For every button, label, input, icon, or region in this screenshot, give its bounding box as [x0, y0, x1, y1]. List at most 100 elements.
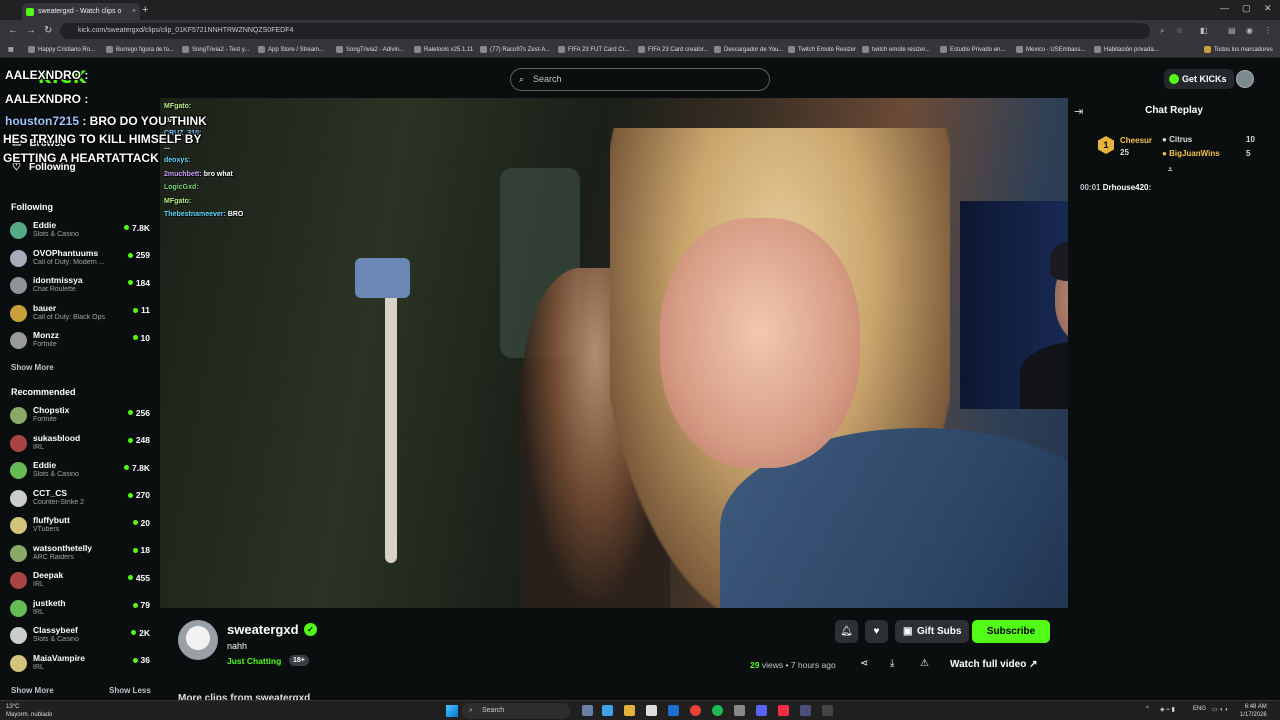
sidebar-channel-following[interactable]: idontmissya Chat Roulette 184 [10, 274, 150, 298]
minimize-icon[interactable]: — [1220, 3, 1229, 13]
sidebar-icon[interactable]: ▤ [1228, 26, 1236, 35]
close-window-icon[interactable]: ✕ [1264, 3, 1272, 14]
bookmark-item[interactable]: SongTrivia2 - Adivin... [336, 46, 404, 53]
bookmark-item[interactable]: Happy Cristiano Ro... [28, 46, 95, 53]
edge-icon[interactable] [602, 705, 613, 716]
bookmark-favicon-icon [414, 46, 421, 53]
user-avatar[interactable] [1236, 70, 1254, 88]
weather-widget[interactable]: 13°C Mayorm. nublado [6, 703, 52, 719]
task-view-icon[interactable] [582, 705, 593, 716]
channel-category: ARC Raiders [33, 553, 74, 561]
bookmark-item[interactable]: FIFA 23 FUT Card Cr... [558, 46, 629, 53]
channel-avatar [10, 627, 27, 644]
bookmark-favicon-icon [480, 46, 487, 53]
sidebar-channel-recommended[interactable]: sukasblood IRL 248 [10, 432, 150, 456]
notification-bell-button[interactable]: 🔔︎ [835, 620, 858, 643]
channel-name: CCT_CS [33, 487, 68, 498]
sidebar-channel-recommended[interactable]: MaiaVampire IRL 36 [10, 652, 150, 676]
sidebar-channel-following[interactable]: Monzz Fortnite 10 [10, 329, 150, 353]
bookmark-item[interactable]: Habitación privada... [1094, 46, 1159, 53]
taskbar-search[interactable]: ⌕ Search [462, 703, 570, 719]
gift-subs-button[interactable]: ▣ Gift Subs [895, 620, 970, 643]
bookmark-star-icon[interactable]: ☆ [1176, 26, 1183, 35]
sidebar-channel-recommended[interactable]: justketh IRL 79 [10, 597, 150, 621]
overlay-message: : BRO DO YOU THINK [79, 114, 207, 128]
sidebar-channel-recommended[interactable]: fluffybutt VTubers 20 [10, 514, 150, 538]
bookmark-item[interactable]: Raletools v25.1.11 [414, 46, 473, 53]
expand-leaderboard-icon[interactable]: ⩡ [1168, 165, 1173, 175]
channel-avatar[interactable] [178, 620, 218, 660]
channel-category: VTubers [33, 526, 60, 533]
language-indicator[interactable]: ENG [1193, 706, 1206, 712]
tray-icons[interactable]: ◈ ⌁ ▮ [1160, 706, 1175, 713]
sidebar-channel-following[interactable]: Eddie Slots & Casino 7.8K [10, 219, 150, 243]
start-icon[interactable] [446, 705, 458, 717]
chrome-icon[interactable] [690, 705, 701, 716]
app-icon[interactable] [800, 705, 811, 716]
viewer-count: 455 [127, 572, 150, 583]
download-icon[interactable]: ⤓ [890, 658, 894, 669]
get-kicks-button[interactable]: Get KICKs [1164, 69, 1234, 89]
show-less-recommended[interactable]: Show Less [109, 686, 151, 695]
bookmark-item[interactable]: Estudio Privado en... [940, 46, 1005, 53]
forward-icon[interactable]: → [26, 25, 36, 36]
extensions-icon[interactable]: ◧ [1200, 26, 1208, 35]
sidebar-channel-recommended[interactable]: Chopstix Fortnite 256 [10, 404, 150, 428]
sidebar-channel-following[interactable]: OVOPhantuums Call of Duty: Modern ... 259 [10, 247, 150, 271]
show-more-recommended[interactable]: Show More [11, 686, 54, 695]
tray-chevron-icon[interactable]: ^ [1146, 706, 1149, 712]
tab-close-icon[interactable]: × [132, 8, 136, 15]
share-icon[interactable]: ⋖ [860, 658, 868, 669]
file-explorer-icon[interactable] [624, 705, 635, 716]
channel-category: IRL [33, 663, 44, 671]
sidebar-channel-recommended[interactable]: CCT_CS Counter-Strike 2 270 [10, 487, 150, 511]
channel-category: IRL [33, 581, 44, 588]
leaderboard-count-1: 25 [1120, 148, 1129, 157]
bookmark-item[interactable]: Mexico - USEmbass... [1016, 46, 1085, 53]
music-icon[interactable] [778, 705, 789, 716]
bookmark-item[interactable]: Burrego figura de to... [106, 46, 174, 53]
bookmark-item[interactable]: twitch emote resizer... [862, 46, 930, 53]
follow-heart-button[interactable]: ♥ [865, 620, 888, 643]
sidebar-channel-recommended[interactable]: Eddie Slots & Casino 7.8K [10, 459, 150, 483]
live-dot-icon [124, 465, 130, 470]
bookmark-item[interactable]: App Store / Stream... [258, 46, 324, 53]
tab-kick[interactable]: sweatergxd - Watch clips o × [22, 3, 140, 20]
maximize-icon[interactable]: ▢ [1242, 3, 1251, 14]
profile-icon[interactable]: ◉ [1246, 26, 1253, 35]
sidebar-channel-following[interactable]: bauer Call of Duty: Black Ops 11 [10, 302, 150, 326]
reload-icon[interactable]: ↻ [44, 25, 52, 36]
settings-icon[interactable] [734, 705, 745, 716]
bookmark-item[interactable]: FIFA 23 Card creator... [638, 46, 708, 53]
sidebar-channel-recommended[interactable]: watsonthetelly ARC Raiders 18 [10, 542, 150, 566]
search-input[interactable]: ⌕ Search [510, 68, 770, 91]
all-bookmarks[interactable]: Todos los marcadores [1204, 46, 1273, 53]
mail-icon[interactable] [668, 705, 679, 716]
terminal-icon[interactable] [822, 705, 833, 716]
store-icon[interactable] [646, 705, 657, 716]
sidebar-channel-recommended[interactable]: Classybeef Slots & Casino 2K [10, 624, 150, 648]
new-tab-button[interactable]: + [142, 4, 148, 16]
subscribe-button[interactable]: Subscribe [972, 620, 1050, 643]
video-player[interactable]: MFgato: 20: CRUZ_310: ... deoxys: 2muchbet… [160, 98, 1068, 608]
apps-icon[interactable]: ▦ [8, 46, 14, 53]
menu-icon[interactable]: ⋮ [1264, 26, 1272, 35]
show-more-following[interactable]: Show More [11, 363, 54, 372]
report-icon[interactable]: ⚠ [920, 658, 929, 669]
spotify-icon[interactable] [712, 705, 723, 716]
back-icon[interactable]: ← [8, 25, 18, 36]
watch-full-video-link[interactable]: Watch full video ↗ [950, 659, 1037, 670]
bookmark-item[interactable]: SongTrivia2 - Test y... [182, 46, 249, 53]
bookmark-item[interactable]: Twitch Emote Resizer [788, 46, 856, 53]
clock[interactable]: 6:48 AM 1/17/2026 [1240, 703, 1267, 719]
bookmark-item[interactable]: (77) Raco97s Zest-A... [480, 46, 550, 53]
bookmark-item[interactable]: Descargador de You... [714, 46, 783, 53]
channel-name[interactable]: sweatergxd [227, 622, 299, 637]
zoom-icon[interactable]: ⌕ [1160, 26, 1164, 36]
url-input[interactable]: kick.com/sweatergxd/clips/clip_01KF5721N… [60, 23, 1150, 39]
discord-icon[interactable] [756, 705, 767, 716]
network-volume-icons[interactable]: ▭ ◖ ◗ [1212, 706, 1228, 713]
clip-category[interactable]: Just Chatting [227, 656, 281, 666]
sidebar-channel-recommended[interactable]: Deepak IRL 455 [10, 569, 150, 593]
kick-favicon-icon [26, 7, 34, 16]
